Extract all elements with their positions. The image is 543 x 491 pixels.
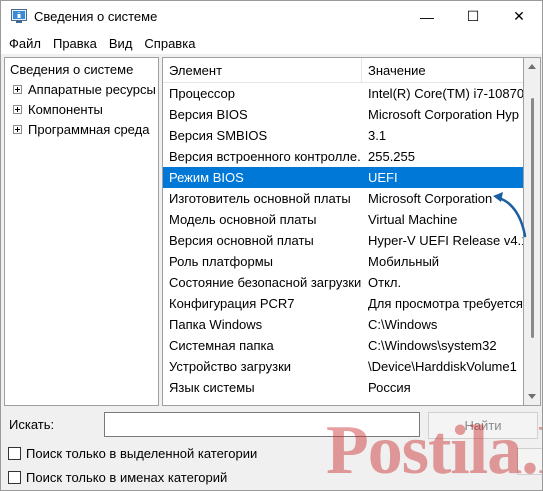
row-value-cell: 255.255 [368, 149, 415, 164]
system-info-window: Сведения о системе — ☐ ✕ Файл Правка Вид… [0, 0, 543, 491]
tree-root-system-summary[interactable]: Сведения о системе [10, 62, 133, 78]
menu-edit[interactable]: Правка [47, 36, 103, 51]
table-row[interactable]: Версия встроенного контролле... 255.255 [163, 146, 523, 167]
row-value-cell: Intel(R) Core(TM) i7-10870 [368, 86, 523, 101]
menu-view[interactable]: Вид [103, 36, 139, 51]
table-row[interactable]: Модель основной платы Virtual Machine [163, 209, 523, 230]
window-title: Сведения о системе [34, 9, 158, 24]
row-item-cell: Процессор [169, 86, 235, 101]
row-value-cell: 3.1 [368, 128, 387, 143]
row-value-cell: Мобильный [368, 254, 440, 269]
table-row[interactable]: Изготовитель основной платы Microsoft Cor… [163, 188, 523, 209]
row-value-cell: Для просмотра требуется [368, 296, 523, 311]
row-item-cell: Режим BIOS [169, 170, 244, 185]
row-item-cell: Модель основной платы [169, 212, 317, 227]
row-item-cell: Версия SMBIOS [169, 128, 268, 143]
list-header: Элемент Значение [163, 58, 523, 83]
tree-node-label: Компоненты [28, 102, 103, 117]
column-header-value[interactable]: Значение [362, 58, 522, 83]
row-item-cell: Системная папка [169, 338, 274, 353]
scroll-down-icon[interactable] [528, 394, 536, 399]
row-item-cell: Язык системы [169, 380, 255, 395]
row-value-cell: Microsoft Corporation Hyp [368, 107, 519, 122]
row-item-cell: Версия BIOS [169, 107, 248, 122]
maximize-button[interactable]: ☐ [450, 1, 496, 32]
close-icon: ✕ [513, 8, 525, 24]
expand-plus-icon[interactable] [13, 85, 22, 94]
minimize-icon: — [420, 8, 434, 25]
row-item-cell: Роль платформы [169, 254, 273, 269]
row-item-cell: Папка Windows [169, 317, 263, 332]
table-row[interactable]: Процессор Intel(R) Core(TM) i7-10870 [163, 83, 523, 104]
row-value-cell: \Device\HarddiskVolume1 [368, 359, 517, 374]
search-category-names-option[interactable]: Поиск только в именах категорий [8, 470, 227, 485]
expand-plus-icon[interactable] [13, 125, 22, 134]
tree-node-label: Аппаратные ресурсы [28, 82, 156, 97]
row-value-cell: Россия [368, 380, 411, 395]
scroll-up-icon[interactable] [528, 64, 536, 69]
table-row[interactable]: Устройство загрузки \Device\HarddiskVolum… [163, 356, 523, 377]
search-category-names-label: Поиск только в именах категорий [26, 470, 228, 485]
close-find-button[interactable] [517, 448, 542, 475]
table-row[interactable]: Версия BIOS Microsoft Corporation Hyp [163, 104, 523, 125]
table-row[interactable]: Язык системы Россия [163, 377, 523, 398]
tree-node-software-environment[interactable]: Программная среда [13, 122, 149, 137]
row-item-cell: Версия основной платы [169, 233, 314, 248]
search-input[interactable] [104, 412, 420, 437]
table-row[interactable]: Версия основной платы Hyper-V UEFI Releas… [163, 230, 523, 251]
system-info-app-icon [11, 9, 27, 23]
row-value-cell: Virtual Machine [368, 212, 458, 227]
row-value-cell: C:\Windows\system32 [368, 338, 497, 353]
column-header-item[interactable]: Элемент [163, 58, 362, 83]
title-bar[interactable]: Сведения о системе — ☐ ✕ [1, 1, 542, 32]
row-value-cell: C:\Windows [368, 317, 438, 332]
search-category-names-checkbox[interactable] [8, 471, 21, 484]
row-value-cell: Hyper-V UEFI Release v4.1 [368, 233, 523, 248]
table-row[interactable]: Системная папка C:\Windows\system32 [163, 335, 523, 356]
vertical-scrollbar[interactable] [524, 57, 541, 406]
scroll-thumb[interactable] [531, 98, 534, 338]
tree-node-hardware-resources[interactable]: Аппаратные ресурсы [13, 82, 156, 97]
find-button[interactable]: Найти [428, 412, 538, 439]
row-item-cell: Устройство загрузки [169, 359, 292, 374]
table-row[interactable]: Конфигурация PCR7 Для просмотра требуется [163, 293, 523, 314]
row-value-cell: Microsoft Corporation [368, 191, 493, 206]
table-row[interactable]: Состояние безопасной загрузки Откл. [163, 272, 523, 293]
row-item-cell: Изготовитель основной платы [169, 191, 351, 206]
maximize-icon: ☐ [466, 8, 480, 24]
table-row[interactable]: Роль платформы Мобильный [163, 251, 523, 272]
tree-node-label: Программная среда [28, 122, 150, 137]
row-item-cell: Состояние безопасной загрузки [169, 275, 362, 290]
search-label: Искать: [9, 417, 55, 432]
minimize-button[interactable]: — [404, 1, 450, 32]
row-item-cell: Конфигурация PCR7 [169, 296, 295, 311]
row-value-cell: UEFI [368, 170, 398, 185]
search-selected-category-checkbox[interactable] [8, 447, 21, 460]
row-item-cell: Версия встроенного контролле... [169, 149, 362, 164]
details-list[interactable]: Элемент Значение Процессор Intel(R) Core(… [162, 57, 524, 406]
search-selected-category-option[interactable]: Поиск только в выделенной категории [8, 446, 257, 461]
tree-node-components[interactable]: Компоненты [13, 102, 103, 117]
menu-help[interactable]: Справка [138, 36, 201, 51]
category-tree[interactable]: Сведения о системе Аппаратные ресурсы Ко… [4, 57, 159, 406]
close-button[interactable]: ✕ [496, 1, 542, 32]
row-value-cell: Откл. [368, 275, 402, 290]
table-row[interactable]: Режим BIOS UEFI [163, 167, 523, 188]
menu-file[interactable]: Файл [3, 36, 47, 51]
table-row[interactable]: Папка Windows C:\Windows [163, 314, 523, 335]
table-row[interactable]: Версия SMBIOS 3.1 [163, 125, 523, 146]
list-rows: Процессор Intel(R) Core(TM) i7-10870 Верси… [163, 83, 523, 398]
expand-plus-icon[interactable] [13, 105, 22, 114]
search-selected-category-label: Поиск только в выделенной категории [26, 446, 258, 461]
menu-bar: Файл Правка Вид Справка [1, 32, 542, 54]
